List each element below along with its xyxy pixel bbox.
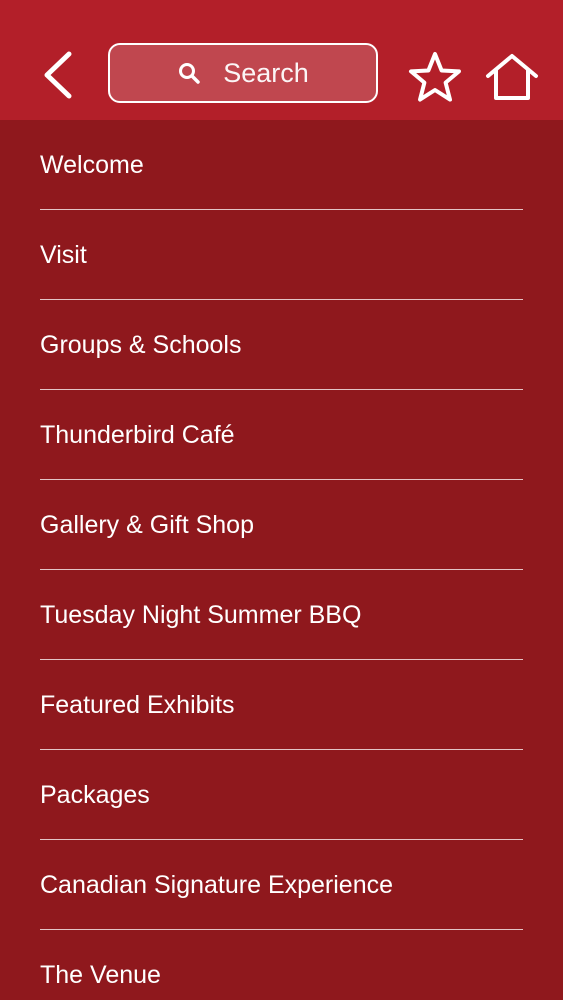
main-menu-list: Welcome Visit Groups & Schools Thunderbi… xyxy=(0,120,563,1000)
menu-item-label: The Venue xyxy=(40,961,161,989)
menu-item-packages[interactable]: Packages xyxy=(40,750,523,840)
menu-item-gallery-gift-shop[interactable]: Gallery & Gift Shop xyxy=(40,480,523,570)
menu-item-groups-schools[interactable]: Groups & Schools xyxy=(40,300,523,390)
menu-item-label: Groups & Schools xyxy=(40,331,242,359)
search-placeholder: Search xyxy=(223,57,309,88)
menu-item-label: Packages xyxy=(40,781,150,809)
menu-item-label: Featured Exhibits xyxy=(40,691,235,719)
menu-item-label: Visit xyxy=(40,241,87,269)
top-navigation-bar: Search xyxy=(0,0,563,120)
star-icon xyxy=(409,52,461,102)
menu-item-label: Tuesday Night Summer BBQ xyxy=(40,601,362,629)
home-button[interactable] xyxy=(482,47,542,107)
search-icon xyxy=(177,61,201,85)
menu-item-label: Canadian Signature Experience xyxy=(40,871,394,899)
menu-item-thunderbird-cafe[interactable]: Thunderbird Café xyxy=(40,390,523,480)
chevron-left-icon xyxy=(44,51,72,99)
menu-item-welcome[interactable]: Welcome xyxy=(40,120,523,210)
menu-item-label: Thunderbird Café xyxy=(40,421,235,449)
app-screen: Search Welcome Visit Groups & Schools Th… xyxy=(0,0,563,1000)
search-input[interactable]: Search xyxy=(108,43,378,103)
home-icon xyxy=(486,54,538,100)
favorites-button[interactable] xyxy=(405,47,465,107)
menu-item-label: Gallery & Gift Shop xyxy=(40,511,254,539)
menu-item-the-venue[interactable]: The Venue xyxy=(40,930,523,1000)
menu-item-tuesday-night-bbq[interactable]: Tuesday Night Summer BBQ xyxy=(40,570,523,660)
back-button[interactable] xyxy=(30,45,86,105)
menu-item-canadian-signature-experience[interactable]: Canadian Signature Experience xyxy=(40,840,523,930)
menu-item-visit[interactable]: Visit xyxy=(40,210,523,300)
menu-item-label: Welcome xyxy=(40,151,144,179)
menu-item-featured-exhibits[interactable]: Featured Exhibits xyxy=(40,660,523,750)
